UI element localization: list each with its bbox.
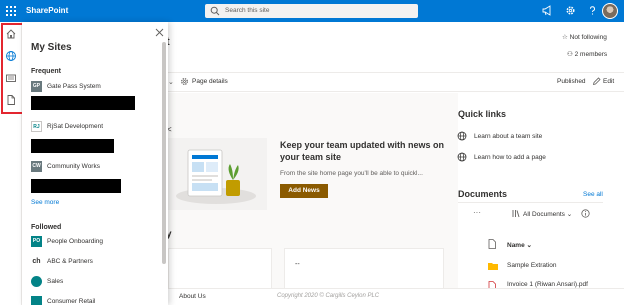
gear-icon [181,78,188,85]
site-tile: ch [31,256,42,267]
site-link[interactable]: RJ RjSat Development [31,121,159,133]
file-type-icon [488,239,496,249]
follow-label: Not following [569,34,607,41]
divider [458,202,603,203]
globe-icon [457,152,467,162]
news-illustration [168,138,267,210]
see-all-link[interactable]: See all [583,191,603,198]
site-tile [31,276,42,287]
quick-links-heading: Quick links [458,109,507,119]
site-link[interactable]: CW Community Works [31,161,159,173]
redaction-block [31,139,114,153]
column-header-label: Name [507,242,525,249]
megaphone-icon[interactable] [542,5,553,16]
site-link[interactable]: Sales [31,276,159,288]
site-tile: RJ [31,121,42,132]
chevron-down-icon: ⌄ [526,242,532,249]
site-link[interactable]: Consumer Retail [31,296,159,305]
person-icon: ⚇ [567,51,573,58]
card-placeholder-text: -- [295,261,300,268]
document-row[interactable]: Invoice 1 (Riwan Ansari).pdf [507,281,588,288]
about-us-link[interactable]: About Us [179,293,206,300]
news-description: From the site home page you'll be able t… [280,170,423,177]
star-icon: ☆ [562,34,568,41]
site-label: Consumer Retail [47,298,96,305]
chevron-down-icon: ⌄ [566,211,573,218]
search-icon [210,6,220,16]
app-name[interactable]: SharePoint [26,6,68,15]
site-label: Community Works [47,163,100,170]
chevron-down-icon[interactable]: ⌄ [168,78,174,86]
panel-scrollbar[interactable] [162,42,166,264]
my-sites-panel: My Sites Frequent GP Gate Pass System RJ… [22,22,168,305]
news-illustration-graphic [176,149,256,204]
redaction-block [31,179,121,193]
site-label: Sales [47,278,64,285]
globe-icon [457,131,467,141]
search-placeholder: Search this site [225,7,270,14]
quick-link-item[interactable]: Learn about a team site [474,133,542,140]
site-link[interactable]: ch ABC & Partners [31,256,159,268]
view-selector[interactable]: All Documents ⌄ [523,210,572,218]
followed-heading: Followed [31,224,62,231]
members-button[interactable]: ⚇ 2 members [567,50,607,58]
user-avatar[interactable] [602,3,618,19]
pencil-icon [592,77,601,86]
site-tile [31,296,42,305]
redaction-block [31,96,135,110]
help-icon[interactable] [587,5,598,16]
site-label: RjSat Development [47,123,103,130]
close-icon[interactable] [155,28,164,37]
panel-title: My Sites [31,42,72,53]
site-tile: PO [31,236,42,247]
site-tile: CW [31,161,42,172]
site-link[interactable]: GP Gate Pass System [31,81,159,93]
column-header-name[interactable]: Name ⌄ [507,241,532,249]
suite-bar: SharePoint Search this site [0,0,624,22]
footer [168,288,624,305]
see-more-link[interactable]: See more [31,199,59,206]
news-heading: Keep your team updated with news on your… [280,140,445,162]
library-icon [512,210,520,218]
document-row[interactable]: Sample Extration [507,262,557,269]
site-label: ABC & Partners [47,258,93,265]
members-label: 2 members [574,51,608,58]
copyright-text: Copyright 2020 © Cargills Ceylon PLC [277,293,380,299]
site-tile: GP [31,81,42,92]
published-status: Published [557,78,586,85]
site-link[interactable]: PO People Onboarding [31,236,159,248]
quick-link-item[interactable]: Learn how to add a page [474,154,546,161]
view-selector-label: All Documents [523,211,565,218]
more-options-icon[interactable]: ··· [473,208,481,217]
settings-gear-icon[interactable] [565,5,576,16]
info-icon[interactable] [581,209,590,218]
site-label: Gate Pass System [47,83,101,90]
page-details-button[interactable]: Page details [192,78,228,85]
search-box[interactable]: Search this site [205,4,418,18]
edit-button[interactable]: Edit [603,78,614,85]
app-launcher-icon[interactable] [6,6,16,16]
site-label: People Onboarding [47,238,104,245]
follow-button[interactable]: ☆ Not following [562,33,607,41]
add-news-button[interactable]: Add News [280,184,328,198]
frequent-heading: Frequent [31,68,61,75]
folder-icon [488,263,498,270]
documents-heading: Documents [458,189,508,199]
